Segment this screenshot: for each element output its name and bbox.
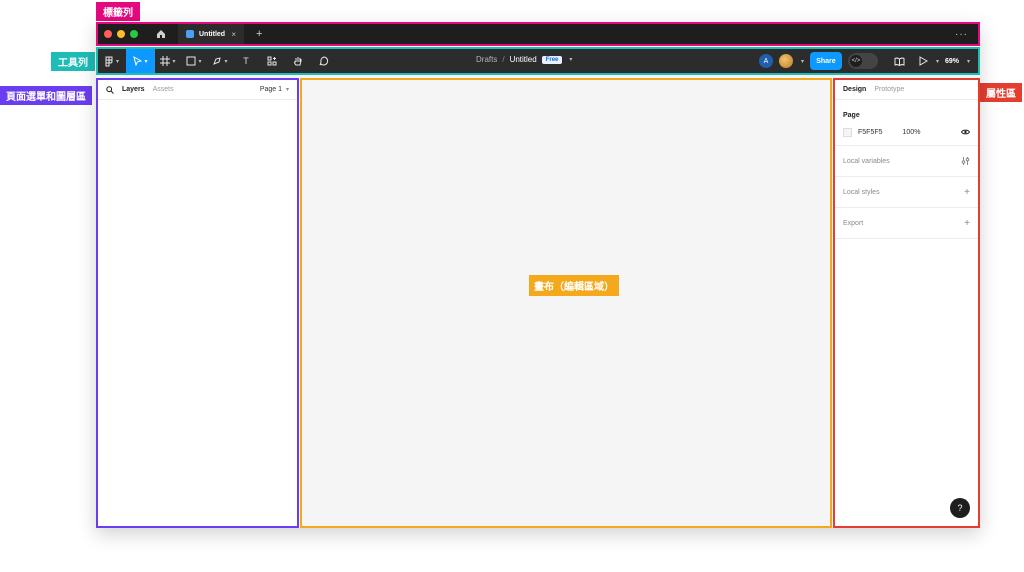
tab-bar: Untitled × + ··· [96, 22, 980, 46]
main-menu-button[interactable]: ▾ [98, 49, 126, 73]
home-icon[interactable] [154, 27, 168, 41]
play-icon[interactable] [919, 56, 928, 66]
page-selector-label: Page 1 [259, 86, 283, 93]
zoom-level[interactable]: 69% [945, 58, 959, 65]
annotation-canvas: 畫布（編輯區域） [529, 275, 619, 296]
local-styles-label: Local styles [843, 188, 880, 196]
resources-icon [267, 56, 277, 66]
canvas[interactable] [300, 78, 832, 528]
pen-icon [213, 57, 222, 65]
text-tool-button[interactable]: T [233, 49, 259, 73]
export-section: Export + [835, 208, 978, 239]
page-selector[interactable]: Page 1 ▾ [260, 86, 289, 93]
tab-assets[interactable]: Assets [153, 86, 174, 93]
properties-panel: Design Prototype Page F5F5F5 100% Local … [833, 78, 980, 528]
cursor-icon [133, 56, 143, 66]
frame-icon [160, 56, 171, 66]
local-variables-section: Local variables [835, 146, 978, 177]
more-icon[interactable]: ··· [955, 29, 968, 40]
avatar[interactable]: A [758, 54, 773, 68]
share-button[interactable]: Share [809, 52, 842, 70]
tab-layers[interactable]: Layers [122, 86, 145, 93]
library-icon[interactable] [894, 57, 905, 66]
chevron-down-icon[interactable]: ▾ [967, 58, 970, 65]
screenshot-stage: 標籤列 工具列 頁面選單和圖層區 屬性區 Untitled × + ··· ▾ … [0, 0, 1024, 572]
local-styles-row: Local styles + [843, 177, 970, 207]
local-styles-section: Local styles + [835, 177, 978, 208]
chevron-down-icon: ▾ [285, 87, 289, 93]
tab-label: Untitled [199, 30, 226, 38]
tab-untitled[interactable]: Untitled × [178, 24, 244, 44]
annotation-layers-area: 頁面選單和圖層區 [0, 86, 92, 105]
local-variables-row[interactable]: Local variables [843, 146, 970, 176]
resources-button[interactable] [259, 49, 285, 73]
user-avatar-photo[interactable] [778, 54, 793, 68]
frame-tool-button[interactable]: ▾ [155, 49, 181, 73]
window-controls [104, 30, 138, 38]
comment-tool-button[interactable] [311, 49, 337, 73]
add-icon[interactable]: + [964, 187, 970, 198]
close-icon[interactable]: × [231, 30, 236, 39]
export-row: Export + [843, 208, 970, 238]
chevron-down-icon: ▾ [198, 58, 202, 65]
maximize-window-button[interactable] [130, 30, 138, 38]
chevron-down-icon[interactable]: ▾ [801, 58, 804, 65]
code-icon: </> [849, 55, 862, 67]
move-tool-button[interactable]: ▾ [126, 49, 155, 73]
chevron-down-icon[interactable]: ▾ [569, 56, 572, 63]
eye-icon[interactable] [961, 129, 970, 135]
export-label: Export [843, 219, 864, 227]
breadcrumb-drafts[interactable]: Drafts [476, 55, 497, 64]
annotation-title-bar: 標籤列 [96, 2, 140, 21]
page-color-row: F5F5F5 100% [843, 119, 970, 145]
color-swatch[interactable] [843, 127, 852, 137]
toolbar: ▾ ▾ ▾ ▾ ▾ T Drafts / Untitled Free ▾ A ▾… [96, 47, 980, 75]
minimize-window-button[interactable] [117, 30, 125, 38]
file-title[interactable]: Untitled [510, 55, 537, 64]
plan-badge: Free [541, 55, 563, 64]
layers-panel: Layers Assets Page 1 ▾ [96, 78, 299, 528]
close-window-button[interactable] [104, 30, 112, 38]
chevron-down-icon: ▾ [224, 58, 228, 65]
annotation-toolbar: 工具列 [51, 52, 95, 71]
add-icon[interactable]: + [964, 218, 970, 229]
new-tab-button[interactable]: + [256, 28, 262, 40]
tab-prototype[interactable]: Prototype [874, 86, 904, 93]
help-button[interactable]: ? [950, 498, 970, 518]
chevron-down-icon: ▾ [115, 58, 119, 65]
file-icon [186, 30, 194, 38]
page-section: Page F5F5F5 100% [835, 100, 978, 146]
annotation-properties: 屬性區 [980, 83, 1022, 102]
layers-panel-header: Layers Assets Page 1 ▾ [98, 80, 297, 100]
chevron-down-icon[interactable]: ▾ [936, 58, 939, 65]
toolbar-right: A ▾ Share </> ▾ 69% ▾ [758, 52, 970, 70]
tab-design[interactable]: Design [843, 86, 866, 93]
shape-tool-button[interactable]: ▾ [181, 49, 207, 73]
hand-icon [294, 56, 302, 65]
figma-logo-icon [105, 56, 113, 66]
breadcrumb-separator: / [502, 55, 505, 64]
rectangle-icon [186, 56, 196, 66]
hand-tool-button[interactable] [285, 49, 311, 73]
dev-mode-toggle[interactable]: </> [847, 53, 878, 69]
page-opacity[interactable]: 100% [903, 129, 921, 136]
variables-adjust-icon[interactable] [961, 156, 970, 166]
file-breadcrumb: Drafts / Untitled Free ▾ [476, 55, 572, 64]
text-icon: T [243, 56, 249, 66]
properties-tabs: Design Prototype [835, 80, 978, 100]
search-icon[interactable] [106, 85, 114, 94]
local-variables-label: Local variables [843, 157, 890, 165]
pen-tool-button[interactable]: ▾ [207, 49, 233, 73]
chevron-down-icon: ▾ [144, 58, 148, 65]
page-color-hex[interactable]: F5F5F5 [858, 129, 883, 136]
comment-icon [319, 56, 329, 66]
chevron-down-icon: ▾ [172, 58, 176, 65]
page-section-title: Page [843, 112, 860, 119]
